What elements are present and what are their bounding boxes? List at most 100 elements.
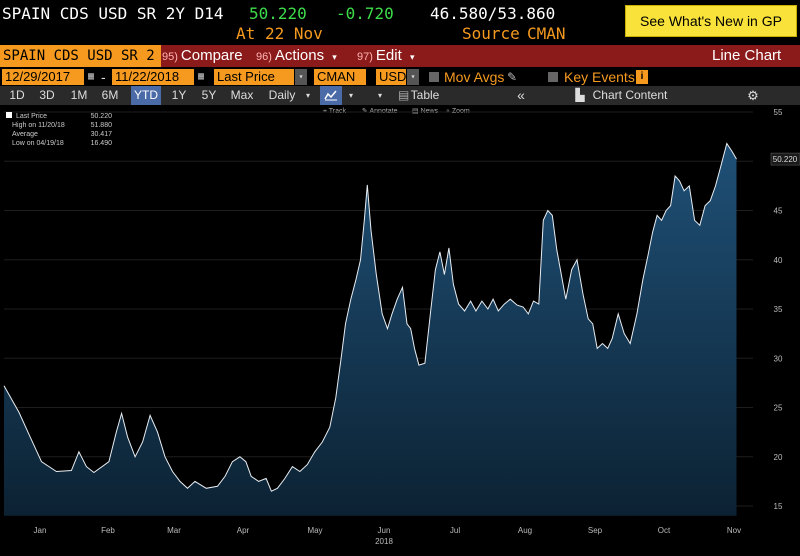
range-1m-button[interactable]: 1M	[66, 86, 92, 105]
y-tick-label: 55	[774, 108, 783, 117]
x-tick-label: Sep	[588, 526, 603, 535]
legend-average-label: Average	[12, 131, 38, 138]
x-tick-label: Jul	[450, 526, 460, 535]
at-date: 22 Nov	[265, 24, 323, 43]
currency-dropdown-icon[interactable]: ▾	[407, 69, 419, 85]
params-row: 12/29/2017 ▦ - 11/22/2018 ▦ Last Price ▾…	[0, 68, 800, 86]
end-calendar-icon[interactable]: ▦	[196, 69, 206, 85]
key-events-label: Key Events	[564, 69, 635, 85]
compare-number: 95)	[162, 51, 178, 63]
x-tick-label: Nov	[727, 526, 741, 535]
x-tick-label: Apr	[237, 526, 250, 535]
security-title: SPAIN CDS USD SR 2Y D14	[2, 4, 224, 23]
last-value-marker: 50.220	[770, 152, 800, 166]
compare-label: Compare	[180, 47, 243, 64]
edit-number: 97)	[357, 51, 373, 63]
y-tick-label: 15	[774, 502, 783, 511]
x-tick-label: Oct	[658, 526, 671, 535]
x-tick-label: May	[307, 526, 322, 535]
edit-label: Edit	[375, 47, 402, 64]
key-events-checkbox[interactable]	[548, 72, 558, 82]
actions-menu[interactable]: 96) Actions ▾	[256, 45, 337, 67]
chart-content-icon: ▙	[575, 88, 585, 102]
line-chart[interactable]: 152025303540455055 JanFebMarAprMayJunJul…	[0, 105, 800, 556]
at-label: At	[236, 24, 256, 43]
security-field[interactable]: SPAIN CDS USD SR 2	[0, 45, 161, 67]
line-chart-icon[interactable]	[320, 86, 342, 105]
edit-dropdown-icon: ▾	[409, 52, 415, 62]
field-dropdown-icon[interactable]: ▾	[295, 69, 307, 85]
y-tick-label: 25	[774, 404, 783, 413]
legend-low-label: Low on 04/19/18	[12, 140, 64, 147]
start-calendar-icon[interactable]: ▦	[86, 69, 96, 85]
mov-avgs-checkbox[interactable]	[429, 72, 439, 82]
currency-field[interactable]: USD	[376, 69, 406, 85]
legend-high: High on 11/20/18 51.880	[6, 121, 112, 130]
range-1d-button[interactable]: 1D	[4, 86, 30, 105]
range-max-button[interactable]: Max	[228, 86, 256, 105]
legend-low-value: 16.490	[90, 140, 112, 147]
end-date-field[interactable]: 11/22/2018	[112, 69, 194, 85]
chart-type-label: Line Chart	[712, 47, 782, 64]
price-change: -0.720	[336, 4, 394, 23]
chart-content-button[interactable]: Chart Content	[590, 86, 670, 105]
y-tick-label: 45	[774, 207, 783, 216]
compare-menu[interactable]: 95) Compare	[162, 45, 243, 67]
whats-new-banner[interactable]: See What's New in GP	[625, 5, 797, 37]
y-tick-label: 30	[774, 354, 783, 363]
range-bar: 1D 3D 1M 6M YTD 1Y 5Y Max Daily ▾ ▾ ▾ ▤ …	[0, 86, 800, 105]
legend-last-price-value: 50.220	[90, 113, 112, 120]
y-axis: 152025303540455055	[774, 108, 783, 511]
mov-avgs-label: Mov Avgs	[444, 69, 505, 85]
last-price-value: 50.220	[249, 4, 307, 23]
info-icon[interactable]: i	[636, 70, 648, 84]
period-selector[interactable]: Daily	[262, 86, 302, 105]
actions-dropdown-icon: ▾	[332, 52, 337, 62]
chart-style-dropdown-icon[interactable]: ▾	[346, 86, 356, 105]
period-dropdown-icon[interactable]: ▾	[303, 86, 313, 105]
x-tick-label: Mar	[167, 526, 181, 535]
table-button[interactable]: Table	[410, 86, 440, 105]
legend-high-label: High on 11/20/18	[12, 122, 65, 129]
legend-average-value: 30.417	[90, 131, 112, 138]
x-tick-label: Jan	[34, 526, 47, 535]
menu-bar: SPAIN CDS USD SR 2 95) Compare 96) Actions…	[0, 45, 800, 67]
legend-last-price-label: Last Price	[15, 113, 48, 120]
x-tick-label: Feb	[101, 526, 115, 535]
price-range: 46.580/53.860	[430, 4, 556, 23]
range-6m-button[interactable]: 6M	[97, 86, 123, 105]
range-ytd-button[interactable]: YTD	[131, 86, 161, 105]
range-1y-button[interactable]: 1Y	[166, 86, 192, 105]
date-separator: -	[101, 69, 106, 85]
field-selector[interactable]: Last Price	[214, 69, 294, 85]
range-5y-button[interactable]: 5Y	[196, 86, 222, 105]
y-tick-label: 40	[774, 256, 783, 265]
gear-icon[interactable]: ⚙	[746, 86, 760, 105]
x-axis-year-label: 2018	[375, 537, 393, 546]
legend-last-price: Last Price 50.220	[6, 112, 112, 121]
legend-swatch-icon	[6, 112, 12, 118]
source-value: CMAN	[527, 24, 566, 43]
x-axis: Jan Feb Mar Apr May Jun Jul Aug Sep Oct Nov 2018	[34, 526, 742, 546]
last-value-text: 50.220	[773, 155, 798, 164]
chart-legend: Last Price 50.220 High on 11/20/18 51.88…	[6, 112, 112, 156]
legend-high-value: 51.880	[90, 122, 112, 129]
start-date-field[interactable]: 12/29/2017	[2, 69, 84, 85]
table-icon: ▤	[398, 88, 410, 102]
source-field[interactable]: CMAN	[314, 69, 366, 85]
actions-label: Actions	[274, 47, 325, 64]
legend-average: Average 30.417	[6, 130, 112, 139]
y-tick-label: 35	[774, 305, 783, 314]
draw-dropdown-icon[interactable]: ▾	[375, 86, 385, 105]
range-3d-button[interactable]: 3D	[34, 86, 60, 105]
price-area	[4, 143, 737, 516]
edit-menu[interactable]: 97) Edit ▾	[357, 45, 414, 67]
source-label: Source	[462, 24, 520, 43]
x-tick-label: Aug	[518, 526, 532, 535]
actions-number: 96)	[256, 51, 272, 63]
x-tick-label: Jun	[378, 526, 391, 535]
legend-low: Low on 04/19/18 16.490	[6, 139, 112, 148]
pencil-icon[interactable]: ✎	[507, 68, 517, 86]
y-tick-label: 20	[774, 453, 783, 462]
collapse-double-chevron-icon[interactable]: «	[514, 86, 528, 105]
